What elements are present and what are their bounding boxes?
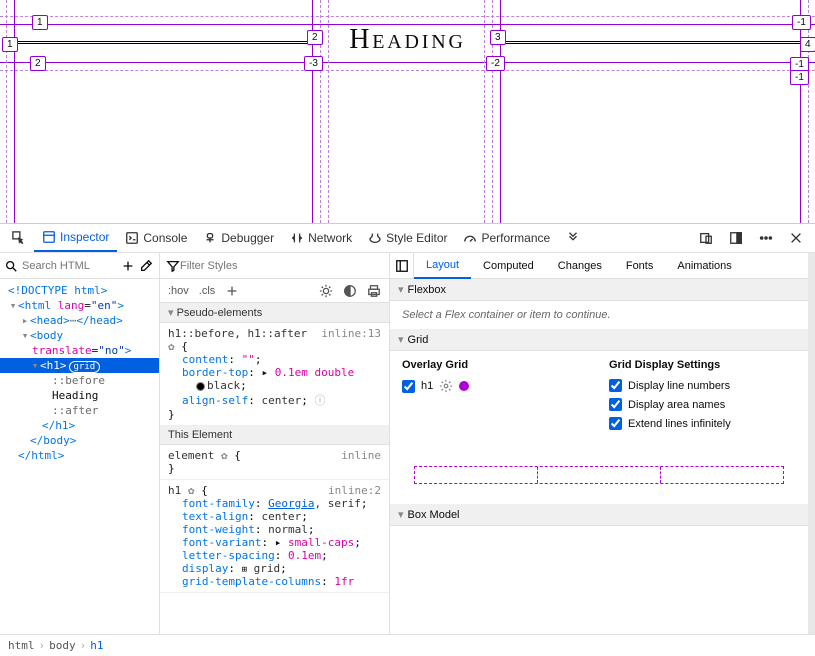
grid-line-badge: 2 xyxy=(307,30,323,45)
layout-tab-fonts[interactable]: Fonts xyxy=(614,253,666,279)
grid-outline-preview xyxy=(414,466,784,484)
tabs-overflow-button[interactable] xyxy=(558,224,588,252)
hov-toggle[interactable]: :hov xyxy=(168,285,189,297)
filter-icon xyxy=(166,259,180,273)
breadcrumb-item[interactable]: html xyxy=(8,639,35,652)
grid-line-badge: 1 xyxy=(32,15,48,30)
dock-button[interactable] xyxy=(721,224,751,252)
flexbox-hint: Select a Flex container or item to conti… xyxy=(390,301,808,329)
print-media-button[interactable] xyxy=(367,284,381,298)
grid-line-badge: -3 xyxy=(304,56,323,71)
responsive-mode-button[interactable] xyxy=(691,224,721,252)
breadcrumbs: html › body › h1 xyxy=(0,634,815,656)
grid-line-badge: -2 xyxy=(486,56,505,71)
markup-pane: <!DOCTYPE html> ▾<html lang="en"> ▸<head… xyxy=(0,253,160,634)
tab-network[interactable]: Network xyxy=(282,224,360,252)
tab-debugger[interactable]: Debugger xyxy=(195,224,282,252)
overlay-grid-item[interactable]: h1 xyxy=(421,380,433,392)
grid-color-swatch[interactable] xyxy=(459,381,469,391)
tab-style-editor[interactable]: Style Editor xyxy=(360,224,455,252)
tab-console[interactable]: Console xyxy=(117,224,195,252)
eyedropper-button[interactable] xyxy=(139,259,155,273)
tab-inspector[interactable]: Inspector xyxy=(34,224,117,252)
gear-icon[interactable] xyxy=(439,379,453,393)
overlay-grid-title: Overlay Grid xyxy=(402,359,589,371)
layout-tab-animations[interactable]: Animations xyxy=(665,253,743,279)
cls-toggle[interactable]: .cls xyxy=(199,285,216,297)
layout-tab-changes[interactable]: Changes xyxy=(546,253,614,279)
display-area-names-checkbox[interactable] xyxy=(609,398,622,411)
rules-list[interactable]: ▾ Pseudo-elements h1::before, h1::afteri… xyxy=(160,303,389,634)
grid-line-badge: -1 xyxy=(790,70,809,85)
grid-accordion[interactable]: ▾Grid xyxy=(390,329,808,351)
grid-line-badge: 2 xyxy=(30,56,46,71)
close-devtools-button[interactable] xyxy=(781,224,811,252)
devtools-toolbox: Inspector Console Debugger Network Style… xyxy=(0,223,815,656)
layout-tab-layout[interactable]: Layout xyxy=(414,253,471,279)
extend-lines-checkbox[interactable] xyxy=(609,417,622,430)
add-rule-button[interactable] xyxy=(225,284,239,298)
search-html-input[interactable] xyxy=(22,260,117,272)
chevron-right-icon: › xyxy=(39,639,46,652)
selected-node[interactable]: ▾<h1>grid xyxy=(0,358,159,373)
layout-pane: Layout Computed Changes Fonts Animations… xyxy=(390,253,808,634)
pick-element-button[interactable] xyxy=(4,224,34,252)
add-node-button[interactable] xyxy=(121,259,135,273)
grid-line-badge: 4 xyxy=(800,37,815,52)
filter-styles-input[interactable] xyxy=(180,260,383,272)
chevron-right-icon: › xyxy=(80,639,87,652)
dom-tree[interactable]: <!DOCTYPE html> ▾<html lang="en"> ▸<head… xyxy=(0,279,159,634)
grid-line-badge: 1 xyxy=(2,37,18,52)
tab-performance[interactable]: Performance xyxy=(455,224,558,252)
breadcrumb-item[interactable]: body xyxy=(49,639,76,652)
rules-pane: :hov .cls ▾ Pseudo-elements h1::before, … xyxy=(160,253,390,634)
page-viewport: Heading 1 2 3 4 -1 2 -3 -2 -1 1 -1 xyxy=(0,0,815,223)
box-model-accordion[interactable]: ▾Box Model xyxy=(390,504,808,526)
dark-scheme-button[interactable] xyxy=(343,284,357,298)
grid-line-badge: 3 xyxy=(490,30,506,45)
devtools-tabbar: Inspector Console Debugger Network Style… xyxy=(0,224,815,253)
flexbox-accordion[interactable]: ▾Flexbox xyxy=(390,279,808,301)
grid-settings-title: Grid Display Settings xyxy=(609,359,796,371)
grid-line-badge: -1 xyxy=(792,15,811,30)
meatball-menu-button[interactable] xyxy=(751,224,781,252)
sidebar-toggle-button[interactable] xyxy=(390,253,414,279)
layout-tab-computed[interactable]: Computed xyxy=(471,253,546,279)
overlay-grid-checkbox[interactable] xyxy=(402,380,415,393)
search-icon xyxy=(4,259,18,273)
scrollbar[interactable] xyxy=(808,253,815,634)
light-scheme-button[interactable] xyxy=(319,284,333,298)
display-line-numbers-checkbox[interactable] xyxy=(609,379,622,392)
breadcrumb-item[interactable]: h1 xyxy=(90,639,103,652)
page-heading: Heading xyxy=(349,24,465,56)
